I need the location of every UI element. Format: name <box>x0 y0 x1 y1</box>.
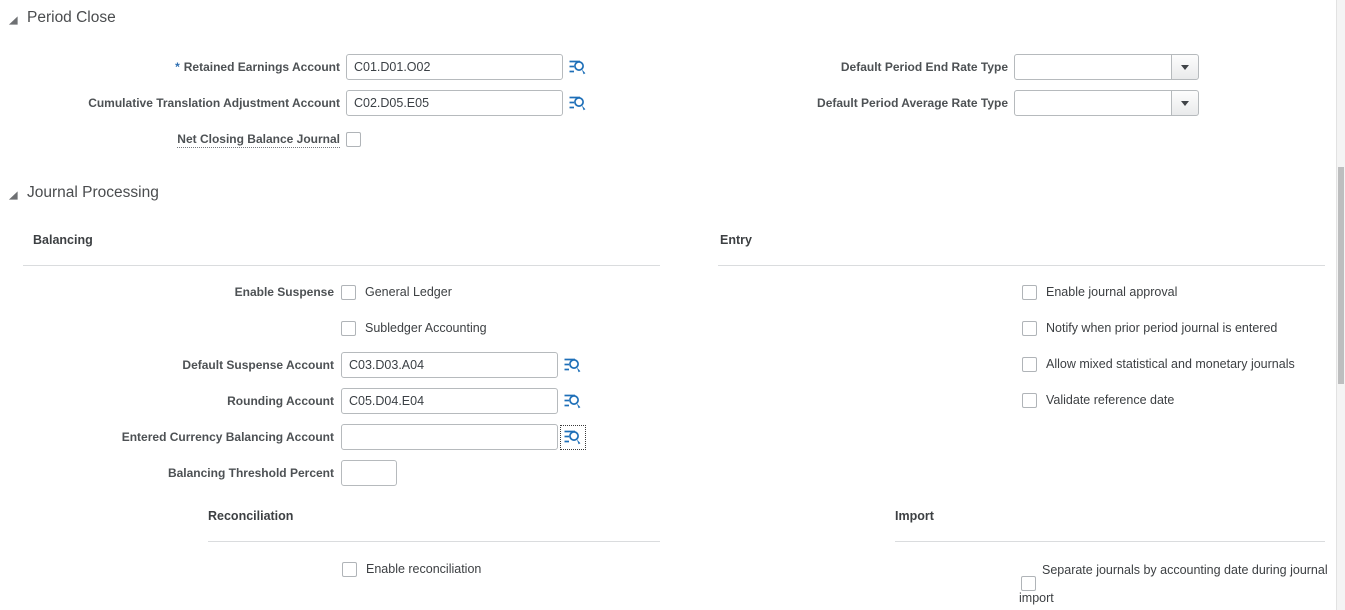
account-lookup-icon[interactable] <box>563 392 583 411</box>
default-suspense-account-input[interactable] <box>341 352 558 378</box>
entered-currency-balancing-account-input[interactable] <box>341 424 558 450</box>
enable-suspense-label: Enable Suspense <box>0 285 334 299</box>
required-asterisk: * <box>175 60 180 74</box>
enable-journal-approval-checkbox[interactable] <box>1022 285 1037 300</box>
balancing-threshold-percent-input[interactable] <box>341 460 397 486</box>
ledger-options-page: Period Close *Retained Earnings Account … <box>0 0 1345 610</box>
section-divider <box>23 265 660 266</box>
account-lookup-icon[interactable] <box>568 94 588 113</box>
period-end-rate-row: Default Period End Rate Type <box>668 54 1199 80</box>
section-header-period-close[interactable]: Period Close <box>8 8 116 28</box>
subsection-title-entry: Entry <box>720 233 752 247</box>
period-average-rate-label: Default Period Average Rate Type <box>668 96 1008 110</box>
subsection-title-balancing: Balancing <box>33 233 93 247</box>
account-lookup-icon[interactable] <box>568 58 588 77</box>
period-end-rate-input[interactable] <box>1014 54 1172 80</box>
general-ledger-checkbox[interactable] <box>341 285 356 300</box>
retained-earnings-row: *Retained Earnings Account <box>0 54 588 80</box>
validate-reference-date-label: Validate reference date <box>1046 393 1174 407</box>
enable-reconciliation-row: Enable reconciliation <box>342 556 481 582</box>
collapse-triangle-icon[interactable] <box>8 13 19 24</box>
subledger-accounting-label: Subledger Accounting <box>365 321 487 335</box>
enable-journal-approval-label: Enable journal approval <box>1046 285 1177 299</box>
dropdown-button[interactable] <box>1171 54 1199 80</box>
vertical-scrollbar-track[interactable] <box>1336 0 1345 610</box>
retained-earnings-label: *Retained Earnings Account <box>0 60 340 74</box>
default-suspense-account-label: Default Suspense Account <box>0 358 334 372</box>
cta-account-row: Cumulative Translation Adjustment Accoun… <box>0 90 588 116</box>
validate-reference-date-row: Validate reference date <box>1022 387 1174 413</box>
notify-prior-period-checkbox[interactable] <box>1022 321 1037 336</box>
section-title: Period Close <box>27 9 116 27</box>
chevron-down-icon <box>1181 101 1189 106</box>
period-average-rate-row: Default Period Average Rate Type <box>668 90 1199 116</box>
net-closing-balance-row: Net Closing Balance Journal <box>0 126 361 152</box>
section-header-journal-processing[interactable]: Journal Processing <box>8 183 159 203</box>
subledger-accounting-checkbox[interactable] <box>341 321 356 336</box>
net-closing-balance-label: Net Closing Balance Journal <box>0 132 340 146</box>
retained-earnings-input[interactable] <box>346 54 563 80</box>
cta-account-label: Cumulative Translation Adjustment Accoun… <box>0 96 340 110</box>
general-ledger-label: General Ledger <box>365 285 452 299</box>
section-divider <box>895 541 1325 542</box>
allow-mixed-journals-label: Allow mixed statistical and monetary jou… <box>1046 357 1295 371</box>
account-lookup-icon[interactable] <box>563 356 583 375</box>
enable-reconciliation-checkbox[interactable] <box>342 562 357 577</box>
net-closing-balance-checkbox[interactable] <box>346 132 361 147</box>
section-divider <box>718 265 1325 266</box>
chevron-down-icon <box>1181 65 1189 70</box>
allow-mixed-journals-checkbox[interactable] <box>1022 357 1037 372</box>
separate-journals-checkbox[interactable] <box>1021 576 1036 591</box>
allow-mixed-journals-row: Allow mixed statistical and monetary jou… <box>1022 351 1295 377</box>
balancing-threshold-percent-row: Balancing Threshold Percent <box>0 460 397 486</box>
subsection-title-import: Import <box>895 509 934 523</box>
period-average-rate-combobox <box>1014 90 1199 116</box>
separate-journals-row: Separate journals by accounting date dur… <box>1019 556 1326 610</box>
balancing-threshold-percent-label: Balancing Threshold Percent <box>0 466 334 480</box>
separate-journals-label-wrap: import <box>1019 584 1326 610</box>
period-average-rate-input[interactable] <box>1014 90 1172 116</box>
entered-currency-balancing-account-row: Entered Currency Balancing Account <box>0 424 583 450</box>
validate-reference-date-checkbox[interactable] <box>1022 393 1037 408</box>
period-end-rate-combobox <box>1014 54 1199 80</box>
enable-reconciliation-label: Enable reconciliation <box>366 562 481 576</box>
cta-account-input[interactable] <box>346 90 563 116</box>
notify-prior-period-label: Notify when prior period journal is ente… <box>1046 321 1277 335</box>
default-suspense-account-row: Default Suspense Account <box>0 352 583 378</box>
subsection-title-reconciliation: Reconciliation <box>208 509 293 523</box>
vertical-scrollbar-thumb[interactable] <box>1338 167 1344 384</box>
section-title: Journal Processing <box>27 184 159 202</box>
notify-prior-period-row: Notify when prior period journal is ente… <box>1022 315 1277 341</box>
dropdown-button[interactable] <box>1171 90 1199 116</box>
separate-journals-label: Separate journals by accounting date dur… <box>1019 556 1326 584</box>
collapse-triangle-icon[interactable] <box>8 188 19 199</box>
rounding-account-label: Rounding Account <box>0 394 334 408</box>
subledger-accounting-row: Subledger Accounting <box>0 315 487 341</box>
enable-journal-approval-row: Enable journal approval <box>1022 279 1177 305</box>
period-end-rate-label: Default Period End Rate Type <box>668 60 1008 74</box>
rounding-account-input[interactable] <box>341 388 558 414</box>
enable-suspense-row: Enable Suspense General Ledger <box>0 279 452 305</box>
entered-currency-balancing-account-label: Entered Currency Balancing Account <box>0 430 334 444</box>
section-divider <box>208 541 660 542</box>
rounding-account-row: Rounding Account <box>0 388 583 414</box>
account-lookup-icon-focused[interactable] <box>563 428 583 447</box>
